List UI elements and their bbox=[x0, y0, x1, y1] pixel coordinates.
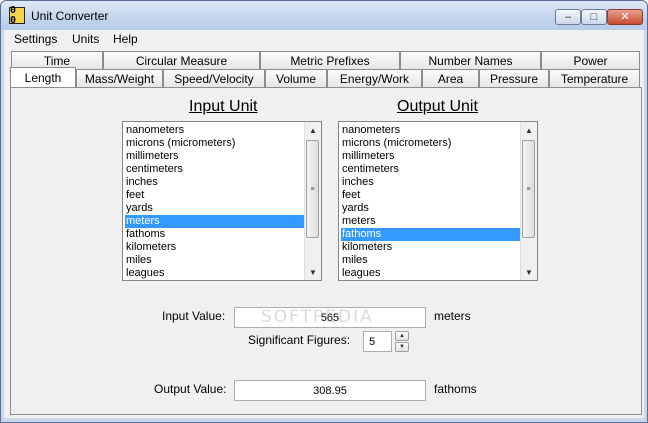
output-value-label: Output Value: bbox=[154, 382, 227, 396]
input-unit-item-microns[interactable]: microns (micrometers) bbox=[125, 137, 304, 150]
app-icon[interactable]: 0 0 bbox=[9, 5, 25, 25]
grip-icon: ≡ bbox=[526, 185, 531, 193]
tab-energy-work[interactable]: Energy/Work bbox=[327, 69, 422, 87]
output-unit-item-feet[interactable]: feet bbox=[341, 189, 520, 202]
input-value-label: Input Value: bbox=[162, 309, 226, 323]
unit-converter-window: 0 0 Unit Converter – □ ✕ Settings Units … bbox=[0, 0, 648, 423]
tab-speed-velocity[interactable]: Speed/Velocity bbox=[163, 69, 265, 87]
tab-metric-prefixes[interactable]: Metric Prefixes bbox=[260, 51, 400, 69]
output-unit-item-nanometers[interactable]: nanometers bbox=[341, 124, 520, 137]
input-unit-item-inches[interactable]: inches bbox=[125, 176, 304, 189]
close-icon: ✕ bbox=[620, 10, 630, 23]
input-unit-item-meters[interactable]: meters bbox=[125, 215, 304, 228]
input-unit-item-kilometers[interactable]: kilometers bbox=[125, 241, 304, 254]
input-unit-heading: Input Unit bbox=[189, 98, 258, 115]
scroll-thumb[interactable]: ≡ bbox=[306, 140, 319, 238]
input-unit-item-miles[interactable]: miles bbox=[125, 254, 304, 267]
minimize-button[interactable]: – bbox=[555, 9, 581, 25]
output-unit-display: fathoms bbox=[434, 382, 477, 396]
minimize-icon: – bbox=[564, 10, 572, 23]
tab-circular-measure[interactable]: Circular Measure bbox=[103, 51, 260, 69]
maximize-icon: □ bbox=[590, 10, 598, 23]
input-unit-item-yards[interactable]: yards bbox=[125, 202, 304, 215]
input-unit-item-centimeters[interactable]: centimeters bbox=[125, 163, 304, 176]
output-value-field[interactable]: 308.95 bbox=[234, 380, 426, 401]
tab-length[interactable]: Length bbox=[10, 67, 76, 87]
spin-down-icon: ▼ bbox=[399, 344, 405, 350]
input-unit-display: meters bbox=[434, 309, 471, 323]
output-unit-item-leagues[interactable]: leagues bbox=[341, 267, 520, 280]
input-unit-item-nanometers[interactable]: nanometers bbox=[125, 124, 304, 137]
scroll-thumb[interactable]: ≡ bbox=[522, 140, 535, 238]
output-unit-item-fathoms[interactable]: fathoms bbox=[341, 228, 520, 241]
tab-temperature[interactable]: Temperature bbox=[549, 69, 640, 87]
window-title: Unit Converter bbox=[31, 9, 109, 23]
client-area: Time Circular Measure Metric Prefixes Nu… bbox=[4, 50, 644, 418]
scroll-up-icon[interactable]: ▲ bbox=[305, 122, 321, 138]
input-unit-scrollbar[interactable]: ▲ ≡ ▼ bbox=[304, 122, 321, 280]
spin-up-button[interactable]: ▲ bbox=[395, 331, 409, 341]
scroll-down-icon[interactable]: ▼ bbox=[305, 264, 321, 280]
tab-number-names[interactable]: Number Names bbox=[400, 51, 541, 69]
input-unit-item-leagues[interactable]: leagues bbox=[125, 267, 304, 280]
maximize-button[interactable]: □ bbox=[581, 9, 607, 25]
menu-help[interactable]: Help bbox=[113, 32, 138, 46]
input-unit-item-millimeters[interactable]: millimeters bbox=[125, 150, 304, 163]
menu-bar: Settings Units Help bbox=[4, 30, 644, 50]
significant-figures-label: Significant Figures: bbox=[248, 333, 351, 347]
length-tab-panel: Input Unit Output Unit nanometers micron… bbox=[10, 87, 642, 415]
close-button[interactable]: ✕ bbox=[607, 9, 643, 25]
output-unit-item-microns[interactable]: microns (micrometers) bbox=[341, 137, 520, 150]
output-unit-item-meters[interactable]: meters bbox=[341, 215, 520, 228]
output-unit-heading: Output Unit bbox=[397, 98, 478, 115]
tab-mass-weight[interactable]: Mass/Weight bbox=[76, 69, 163, 87]
output-unit-scrollbar[interactable]: ▲ ≡ ▼ bbox=[520, 122, 537, 280]
input-unit-item-feet[interactable]: feet bbox=[125, 189, 304, 202]
tab-pressure[interactable]: Pressure bbox=[479, 69, 549, 87]
output-unit-item-millimeters[interactable]: millimeters bbox=[341, 150, 520, 163]
input-value-field[interactable]: 565 bbox=[234, 307, 426, 328]
grip-icon: ≡ bbox=[310, 185, 315, 193]
menu-settings[interactable]: Settings bbox=[14, 32, 57, 46]
spin-down-button[interactable]: ▼ bbox=[395, 342, 409, 352]
spin-up-icon: ▲ bbox=[399, 333, 405, 339]
output-unit-item-kilometers[interactable]: kilometers bbox=[341, 241, 520, 254]
menu-units[interactable]: Units bbox=[72, 32, 99, 46]
scroll-up-icon[interactable]: ▲ bbox=[521, 122, 537, 138]
input-unit-list[interactable]: nanometers microns (micrometers) millime… bbox=[122, 121, 322, 281]
input-unit-item-fathoms[interactable]: fathoms bbox=[125, 228, 304, 241]
output-unit-item-miles[interactable]: miles bbox=[341, 254, 520, 267]
title-bar[interactable]: 0 0 Unit Converter – □ ✕ bbox=[1, 1, 647, 30]
output-unit-item-yards[interactable]: yards bbox=[341, 202, 520, 215]
tab-volume[interactable]: Volume bbox=[265, 69, 327, 87]
tab-power[interactable]: Power bbox=[541, 51, 640, 69]
scroll-down-icon[interactable]: ▼ bbox=[521, 264, 537, 280]
output-unit-item-centimeters[interactable]: centimeters bbox=[341, 163, 520, 176]
tab-area[interactable]: Area bbox=[422, 69, 479, 87]
output-unit-item-inches[interactable]: inches bbox=[341, 176, 520, 189]
significant-figures-field[interactable]: 5 bbox=[363, 331, 392, 352]
output-unit-list[interactable]: nanometers microns (micrometers) millime… bbox=[338, 121, 538, 281]
